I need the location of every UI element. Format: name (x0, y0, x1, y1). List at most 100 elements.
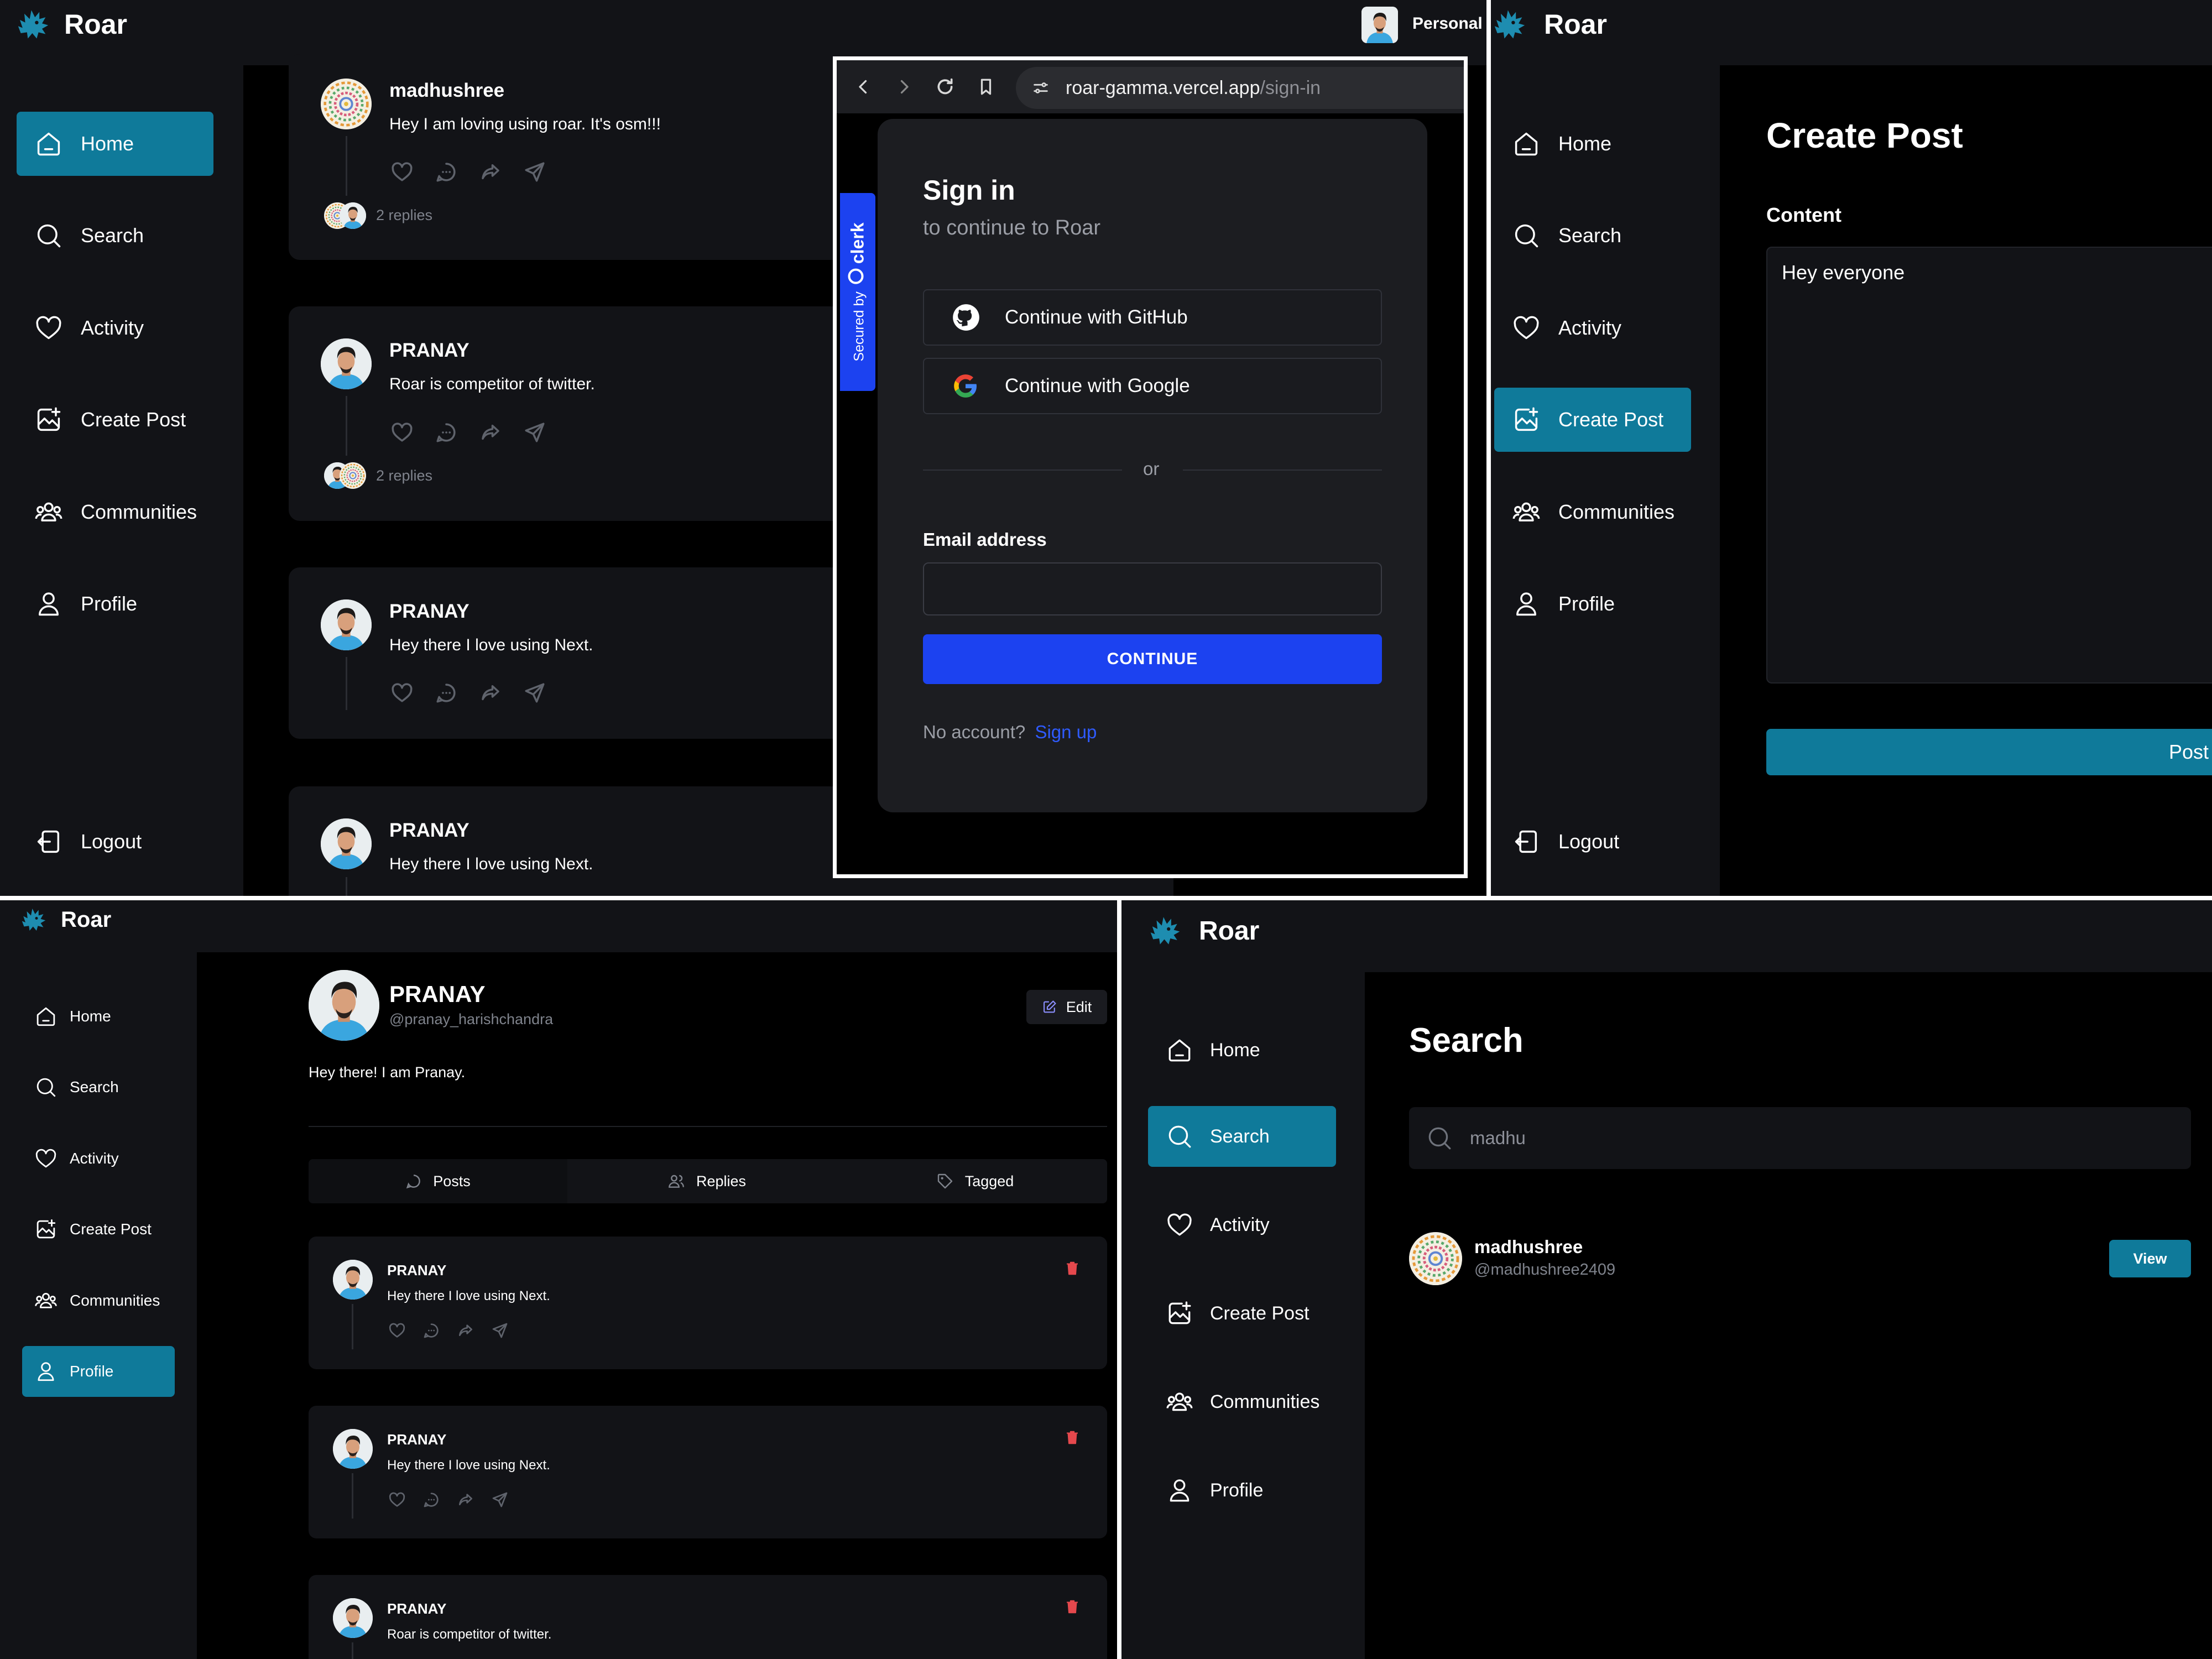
repost-icon[interactable] (479, 421, 502, 444)
brand-logo[interactable]: Roar (1148, 914, 1259, 948)
nav-profile[interactable]: Profile (22, 1346, 175, 1397)
nav-activity[interactable]: Activity (1494, 296, 1691, 360)
nav-activity[interactable]: Activity (1148, 1194, 1336, 1255)
thread-author[interactable]: PRANAY (389, 820, 469, 842)
tab-tagged[interactable]: Tagged (843, 1159, 1107, 1203)
lion-logo-icon (20, 906, 48, 933)
thread-author[interactable]: PRANAY (387, 1600, 446, 1618)
nav-activity[interactable]: Activity (17, 296, 213, 360)
author-avatar[interactable] (333, 1429, 373, 1469)
comment-icon[interactable] (422, 1491, 440, 1509)
like-icon[interactable] (390, 160, 414, 184)
nav-search[interactable]: Search (1148, 1106, 1336, 1167)
thread-author[interactable]: PRANAY (387, 1262, 446, 1279)
nav-home[interactable]: Home (1148, 1020, 1336, 1081)
thread-author[interactable]: madhushree (389, 80, 504, 102)
comment-icon[interactable] (435, 681, 458, 705)
view-profile-button[interactable]: View (2109, 1240, 2191, 1277)
nav-home[interactable]: Home (17, 112, 213, 176)
github-button[interactable]: Continue with GitHub (923, 289, 1382, 346)
delete-icon[interactable] (1064, 1260, 1081, 1276)
thread-author[interactable]: PRANAY (389, 340, 469, 362)
bookmark-icon[interactable] (976, 77, 996, 97)
face-avatar-image (333, 1429, 373, 1469)
forward-icon[interactable] (894, 77, 914, 97)
search-icon (1512, 221, 1541, 250)
share-icon[interactable] (491, 1491, 509, 1509)
share-icon[interactable] (523, 160, 546, 184)
replies-count[interactable]: 2 replies (376, 207, 432, 224)
signup-link[interactable]: Sign up (1035, 722, 1097, 742)
nav-create-post[interactable]: Create Post (1494, 388, 1691, 452)
delete-icon[interactable] (1064, 1598, 1081, 1615)
nav-home[interactable]: Home (1494, 112, 1691, 176)
org-switcher-label[interactable]: Personal (1412, 14, 1483, 33)
logout-button[interactable]: Logout (17, 810, 213, 874)
comment-icon[interactable] (422, 1322, 440, 1339)
author-avatar[interactable] (333, 1598, 373, 1638)
brand-logo[interactable]: Roar (1492, 7, 1607, 42)
thread-author[interactable]: PRANAY (389, 601, 469, 623)
replies-count[interactable]: 2 replies (376, 467, 432, 484)
nav-profile[interactable]: Profile (1494, 572, 1691, 636)
share-icon[interactable] (523, 681, 546, 705)
nav-communities[interactable]: Communities (1494, 480, 1691, 544)
author-avatar[interactable] (321, 79, 372, 129)
nav-activity[interactable]: Activity (22, 1133, 175, 1184)
reload-icon[interactable] (934, 76, 956, 98)
share-icon[interactable] (523, 421, 546, 444)
post-button[interactable]: Post (1766, 729, 2212, 775)
site-settings-icon[interactable] (1031, 79, 1050, 97)
comment-icon[interactable] (435, 160, 458, 184)
edit-profile-button[interactable]: Edit (1026, 990, 1107, 1024)
nav-profile[interactable]: Profile (17, 572, 213, 636)
nav-create-post[interactable]: Create Post (22, 1204, 175, 1255)
thread-author[interactable]: PRANAY (387, 1431, 446, 1448)
logout-button[interactable]: Logout (1494, 810, 1691, 874)
address-bar[interactable]: roar-gamma.vercel.app /sign-in (1016, 67, 1464, 109)
tab-posts[interactable]: Posts (309, 1159, 567, 1203)
google-button[interactable]: Continue with Google (923, 358, 1382, 414)
org-avatar[interactable] (1361, 7, 1398, 43)
author-avatar[interactable] (321, 599, 372, 650)
like-icon[interactable] (390, 421, 414, 444)
nav-communities[interactable]: Communities (1148, 1371, 1336, 1432)
tab-replies[interactable]: Replies (577, 1159, 836, 1203)
thread-line (352, 1642, 353, 1659)
profile-bio: Hey there! I am Pranay. (309, 1064, 466, 1081)
delete-icon[interactable] (1064, 1429, 1081, 1446)
share-icon[interactable] (491, 1322, 509, 1339)
nav-communities[interactable]: Communities (17, 480, 213, 544)
like-icon[interactable] (390, 681, 414, 705)
heart-icon (1166, 1211, 1193, 1239)
content-textarea[interactable]: Hey everyone (1766, 247, 2212, 684)
heart-icon (1512, 314, 1541, 342)
nav-create-post[interactable]: Create Post (17, 388, 213, 452)
nav-create-post[interactable]: Create Post (1148, 1283, 1336, 1344)
tab-posts-label: Posts (433, 1172, 471, 1190)
like-icon[interactable] (388, 1322, 406, 1339)
author-avatar[interactable] (333, 1260, 373, 1300)
repost-icon[interactable] (479, 681, 502, 705)
search-input[interactable]: madhu (1409, 1107, 2191, 1169)
author-avatar[interactable] (321, 338, 372, 389)
clerk-badge[interactable]: Secured by clerk (840, 193, 875, 391)
nav-home[interactable]: Home (22, 991, 175, 1042)
nav-search[interactable]: Search (1494, 204, 1691, 268)
nav-profile[interactable]: Profile (1148, 1460, 1336, 1521)
author-avatar[interactable] (321, 818, 372, 869)
repost-icon[interactable] (457, 1491, 474, 1509)
brand-logo[interactable]: Roar (15, 7, 127, 42)
nav-search[interactable]: Search (22, 1062, 175, 1113)
continue-button[interactable]: CONTINUE (923, 634, 1382, 684)
brand-logo[interactable]: Roar (20, 906, 111, 933)
repost-icon[interactable] (479, 160, 502, 184)
email-field[interactable] (923, 562, 1382, 615)
repost-icon[interactable] (457, 1322, 474, 1339)
like-icon[interactable] (388, 1491, 406, 1509)
signup-row: No account? Sign up (923, 722, 1097, 743)
nav-communities[interactable]: Communities (22, 1275, 175, 1326)
comment-icon[interactable] (435, 421, 458, 444)
back-icon[interactable] (853, 77, 873, 97)
nav-search[interactable]: Search (17, 204, 213, 268)
